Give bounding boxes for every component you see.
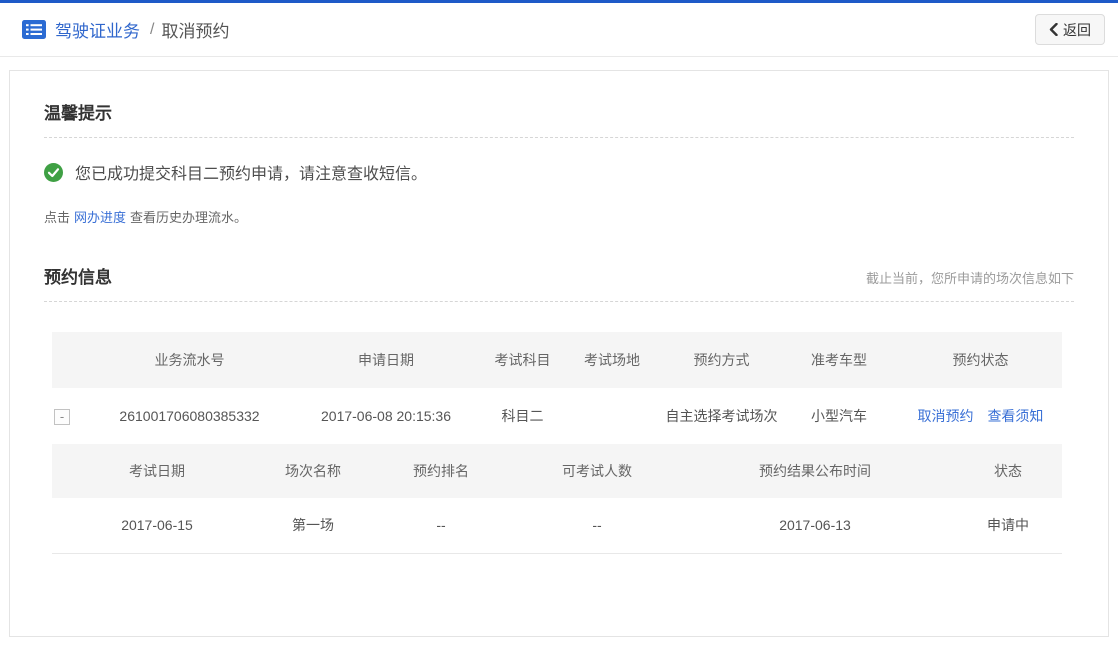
page-title: 取消预约 [161,17,229,42]
cell-method: 自主选择考试场次 [664,388,779,444]
progress-link[interactable]: 网办进度 [74,210,126,225]
back-button[interactable]: 返回 [1035,14,1105,45]
success-message: 您已成功提交科目二预约申请，请注意查收短信。 [75,160,427,184]
col-session-name: 场次名称 [262,444,364,498]
divider [44,137,1074,138]
appointment-table: 业务流水号 申请日期 考试科目 考试场地 预约方式 准考车型 预约状态 - 26… [52,332,1062,444]
appointment-header-row: 业务流水号 申请日期 考试科目 考试场地 预约方式 准考车型 预约状态 [52,332,1062,388]
appointment-section-head: 预约信息 截止当前，您所申请的场次信息如下 [44,263,1074,288]
appointment-table-area: 业务流水号 申请日期 考试科目 考试场地 预约方式 准考车型 预约状态 - 26… [52,332,1062,554]
col-subject: 考试科目 [485,332,560,388]
cell-actions: 取消预约 查看须知 [899,388,1062,444]
view-notice-link[interactable]: 查看须知 [987,408,1043,424]
col-exam-date: 考试日期 [52,444,262,498]
main-panel: 温馨提示 您已成功提交科目二预约申请，请注意查收短信。 点击网办进度查看历史办理… [9,70,1109,637]
chevron-left-icon [1049,23,1058,36]
progress-prefix: 点击 [44,210,70,225]
col-state: 状态 [954,444,1062,498]
col-toggle [52,332,92,388]
col-capacity: 可考试人数 [518,444,676,498]
cancel-appointment-link[interactable]: 取消预约 [918,408,974,424]
cell-capacity: -- [518,498,676,553]
col-venue: 考试场地 [560,332,664,388]
col-vehicle: 准考车型 [779,332,899,388]
col-status: 预约状态 [899,332,1062,388]
progress-hint-line: 点击网办进度查看历史办理流水。 [44,207,1074,226]
col-apply-date: 申请日期 [287,332,485,388]
cell-state: 申请中 [954,498,1062,553]
col-rank: 预约排名 [364,444,518,498]
col-result-time: 预约结果公布时间 [676,444,954,498]
cell-subject: 科目二 [485,388,560,444]
divider [44,301,1074,302]
cell-apply-date: 2017-06-08 20:15:36 [287,388,485,444]
success-message-row: 您已成功提交科目二预约申请，请注意查收短信。 [44,160,1074,184]
collapse-toggle-icon[interactable]: - [54,409,70,425]
success-check-icon [44,163,63,182]
breadcrumb-section[interactable]: 驾驶证业务 [55,17,140,42]
cell-rank: -- [364,498,518,553]
progress-suffix: 查看历史办理流水。 [130,210,247,225]
session-subtable: 考试日期 场次名称 预约排名 可考试人数 预约结果公布时间 状态 2017-06… [52,444,1062,554]
header-bar: 驾驶证业务 / 取消预约 返回 [0,0,1118,57]
breadcrumb-separator: / [150,21,154,39]
list-icon [22,20,46,40]
session-header-row: 考试日期 场次名称 预约排名 可考试人数 预约结果公布时间 状态 [52,444,1062,498]
col-method: 预约方式 [664,332,779,388]
session-row: 2017-06-15 第一场 -- -- 2017-06-13 申请中 [52,498,1062,553]
cell-result-time: 2017-06-13 [676,498,954,553]
appointment-row: - 261001706080385332 2017-06-08 20:15:36… [52,388,1062,444]
cell-serial: 261001706080385332 [92,388,287,444]
breadcrumb: 驾驶证业务 / 取消预约 [22,17,229,42]
tips-heading: 温馨提示 [44,99,1074,124]
cell-vehicle: 小型汽车 [779,388,899,444]
cell-exam-date: 2017-06-15 [52,498,262,553]
back-button-label: 返回 [1063,20,1091,40]
cell-venue [560,388,664,444]
appointment-note: 截止当前，您所申请的场次信息如下 [866,268,1074,287]
col-serial: 业务流水号 [92,332,287,388]
cell-session-name: 第一场 [262,498,364,553]
appointment-heading: 预约信息 [44,263,112,288]
